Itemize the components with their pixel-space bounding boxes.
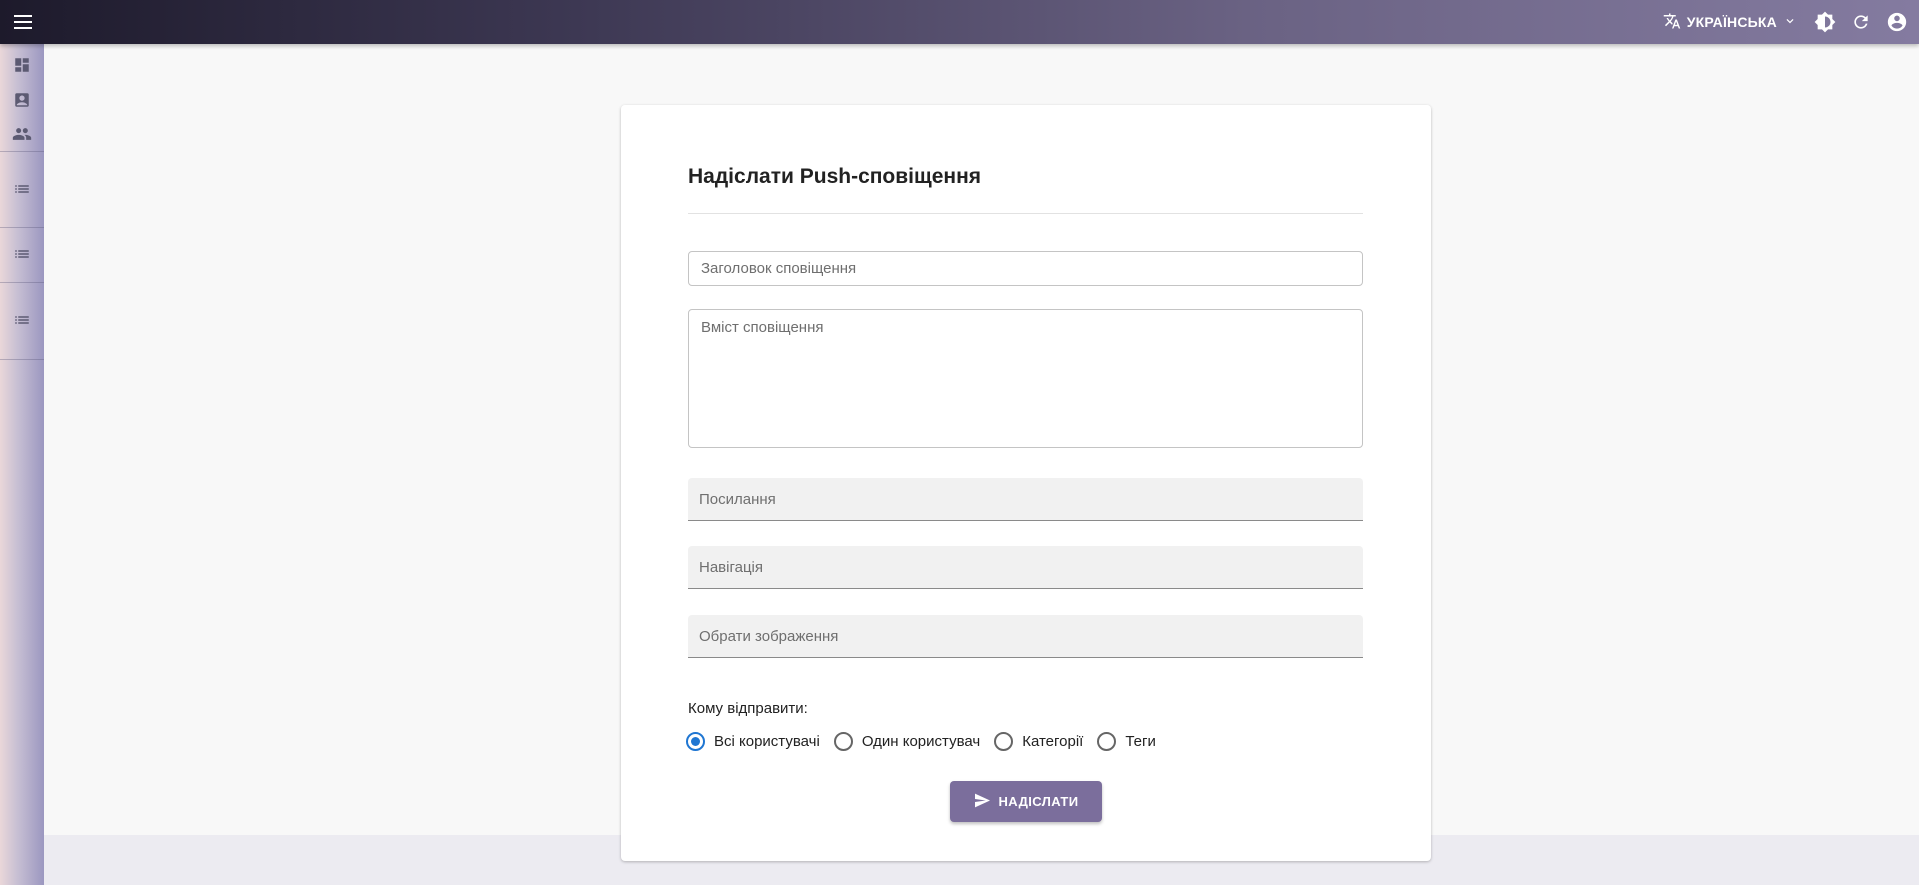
radio-single-user[interactable]: Один користувач xyxy=(833,731,981,751)
recipients-label: Кому відправити: xyxy=(688,700,808,717)
send-button[interactable]: НАДІСЛАТИ xyxy=(950,781,1102,822)
rail-divider xyxy=(0,151,44,152)
radio-label: Категорії xyxy=(1022,732,1084,750)
account-icon[interactable] xyxy=(1879,4,1915,40)
list-icon[interactable] xyxy=(0,307,44,333)
list-icon[interactable] xyxy=(0,176,44,202)
navigation-input[interactable] xyxy=(688,546,1363,589)
main-content: Надіслати Push-сповіщення Кому відправит… xyxy=(44,44,1919,861)
recipients-radio-group: Всі користувачі Один користувач Категорі… xyxy=(686,729,1170,753)
rail-divider xyxy=(0,227,44,228)
people-icon[interactable] xyxy=(0,121,44,147)
rail-divider xyxy=(0,282,44,283)
send-icon xyxy=(974,793,999,811)
app-bar-actions: УКРАЇНСЬКА xyxy=(1663,0,1919,44)
title-divider xyxy=(688,213,1363,214)
radio-unselected-icon xyxy=(1097,731,1117,751)
radio-tags[interactable]: Теги xyxy=(1097,731,1156,751)
notification-body-textarea[interactable] xyxy=(688,309,1363,448)
translate-icon xyxy=(1663,12,1681,33)
list-icon[interactable] xyxy=(0,241,44,267)
radio-unselected-icon xyxy=(833,731,853,751)
notification-title-input[interactable] xyxy=(688,251,1363,286)
rail-divider xyxy=(0,359,44,360)
radio-unselected-icon xyxy=(994,731,1014,751)
language-selector[interactable]: УКРАЇНСЬКА xyxy=(1663,0,1801,44)
radio-label: Один користувач xyxy=(861,732,981,750)
contact-card-icon[interactable] xyxy=(0,87,44,113)
side-nav-rail xyxy=(0,44,44,885)
radio-categories[interactable]: Категорії xyxy=(994,731,1084,751)
link-input[interactable] xyxy=(688,478,1363,521)
language-label: УКРАЇНСЬКА xyxy=(1686,14,1777,30)
chevron-down-icon xyxy=(1783,14,1797,31)
refresh-icon[interactable] xyxy=(1843,4,1879,40)
dashboard-icon[interactable] xyxy=(0,52,44,78)
push-notification-card: Надіслати Push-сповіщення Кому відправит… xyxy=(621,105,1431,861)
app-bar: УКРАЇНСЬКА xyxy=(0,0,1919,44)
radio-selected-icon xyxy=(686,731,705,751)
radio-label: Теги xyxy=(1125,732,1156,750)
theme-toggle-icon[interactable] xyxy=(1807,4,1843,40)
page-title: Надіслати Push-сповіщення xyxy=(688,165,982,188)
radio-all-users[interactable]: Всі користувачі xyxy=(686,731,820,751)
image-select-input[interactable] xyxy=(688,615,1363,658)
menu-icon[interactable] xyxy=(10,10,36,34)
radio-label: Всі користувачі xyxy=(714,732,820,750)
send-label: НАДІСЛАТИ xyxy=(998,794,1079,809)
